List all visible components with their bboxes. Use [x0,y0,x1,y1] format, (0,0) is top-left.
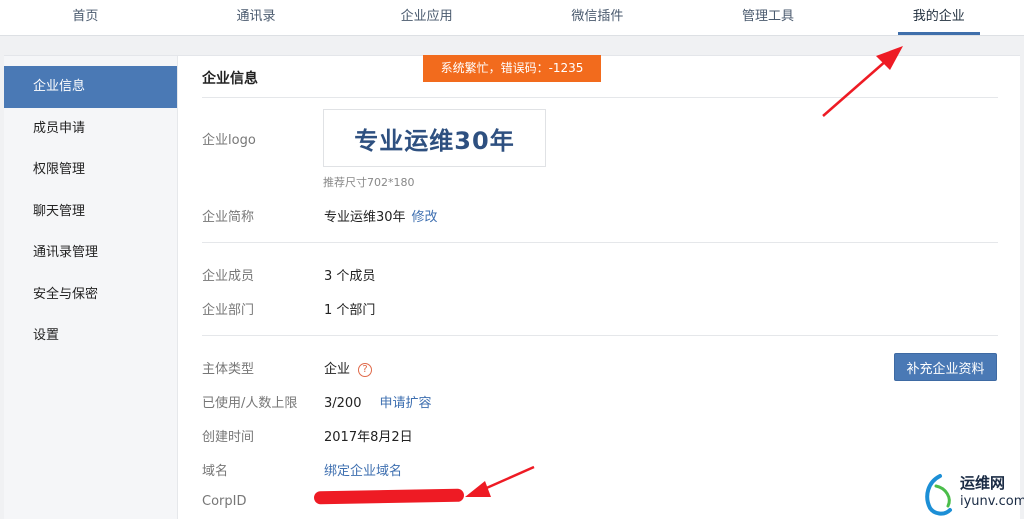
sidebar-item-member-requests[interactable]: 成员申请 [4,108,177,150]
watermark-title: 运维网 [960,474,1006,492]
sidebar-item-settings[interactable]: 设置 [4,315,177,357]
corpid-label: CorpID [202,494,247,509]
nav-contacts[interactable]: 通讯录 [171,0,342,35]
sidebar-item-security[interactable]: 安全与保密 [4,274,177,316]
nav-enterprise-apps[interactable]: 企业应用 [341,0,512,35]
enterprise-logo[interactable]: 专业运维30年 [323,109,546,167]
watermark-logo-icon [925,474,952,516]
bind-domain-link[interactable]: 绑定企业域名 [324,464,402,479]
redacted-corpid [313,488,465,505]
sidebar: 企业信息 成员申请 权限管理 聊天管理 通讯录管理 安全与保密 设置 [4,56,178,519]
departments-label: 企业部门 [202,303,255,318]
created-label: 创建时间 [202,430,255,445]
departments-value: 1 个部门 [324,303,376,318]
logo-label: 企业logo [202,133,256,148]
sidebar-item-permissions[interactable]: 权限管理 [4,149,177,191]
usage-text: 3/200 [324,396,362,411]
logo-size-hint: 推荐尺寸702*180 [323,176,415,189]
watermark-domain: iyunv.com [960,494,1024,509]
content-card: 企业信息 成员申请 权限管理 聊天管理 通讯录管理 安全与保密 设置 企业信息 … [4,55,1020,519]
sidebar-item-contacts-management[interactable]: 通讯录管理 [4,232,177,274]
request-expansion-link[interactable]: 申请扩容 [379,396,431,411]
entity-type-text: 企业 [324,362,351,377]
watermark: 运维网 iyunv.com [920,470,1024,519]
usage-label: 已使用/人数上限 [202,396,298,411]
sidebar-item-enterprise-info[interactable]: 企业信息 [4,66,177,108]
top-nav: 首页 通讯录 企业应用 微信插件 管理工具 我的企业 [0,0,1024,36]
short-name-value: 专业运维30年 修改 [324,206,438,225]
help-icon[interactable]: ? [358,363,373,377]
short-name-label: 企业简称 [202,210,255,225]
members-label: 企业成员 [202,269,255,284]
main-panel: 企业信息 企业logo 专业运维30年 推荐尺寸702*180 企业简称 专业运… [202,56,998,519]
sidebar-item-chat-management[interactable]: 聊天管理 [4,191,177,233]
nav-management-tools[interactable]: 管理工具 [683,0,854,35]
error-toast: 系统繁忙，错误码：-1235 [423,55,601,82]
supplement-info-button[interactable]: 补充企业资料 [894,353,997,381]
domain-value: 绑定企业域名 [324,460,402,479]
created-value: 2017年8月2日 [324,430,413,445]
divider [202,335,998,336]
members-value: 3 个成员 [324,269,376,284]
logo-image-text: 专业运维30年 [354,126,515,155]
page-title: 企业信息 [202,71,258,87]
usage-value: 3/200 申请扩容 [324,392,431,411]
divider [202,97,998,98]
domain-label: 域名 [202,464,229,479]
nav-my-enterprise[interactable]: 我的企业 [853,0,1024,35]
edit-short-name-link[interactable]: 修改 [412,210,438,225]
divider [202,242,998,243]
nav-home[interactable]: 首页 [0,0,171,35]
short-name-text: 专业运维30年 [324,210,406,225]
entity-type-value: 企业? [324,358,373,377]
nav-wechat-plugins[interactable]: 微信插件 [512,0,683,35]
entity-type-label: 主体类型 [202,362,255,377]
